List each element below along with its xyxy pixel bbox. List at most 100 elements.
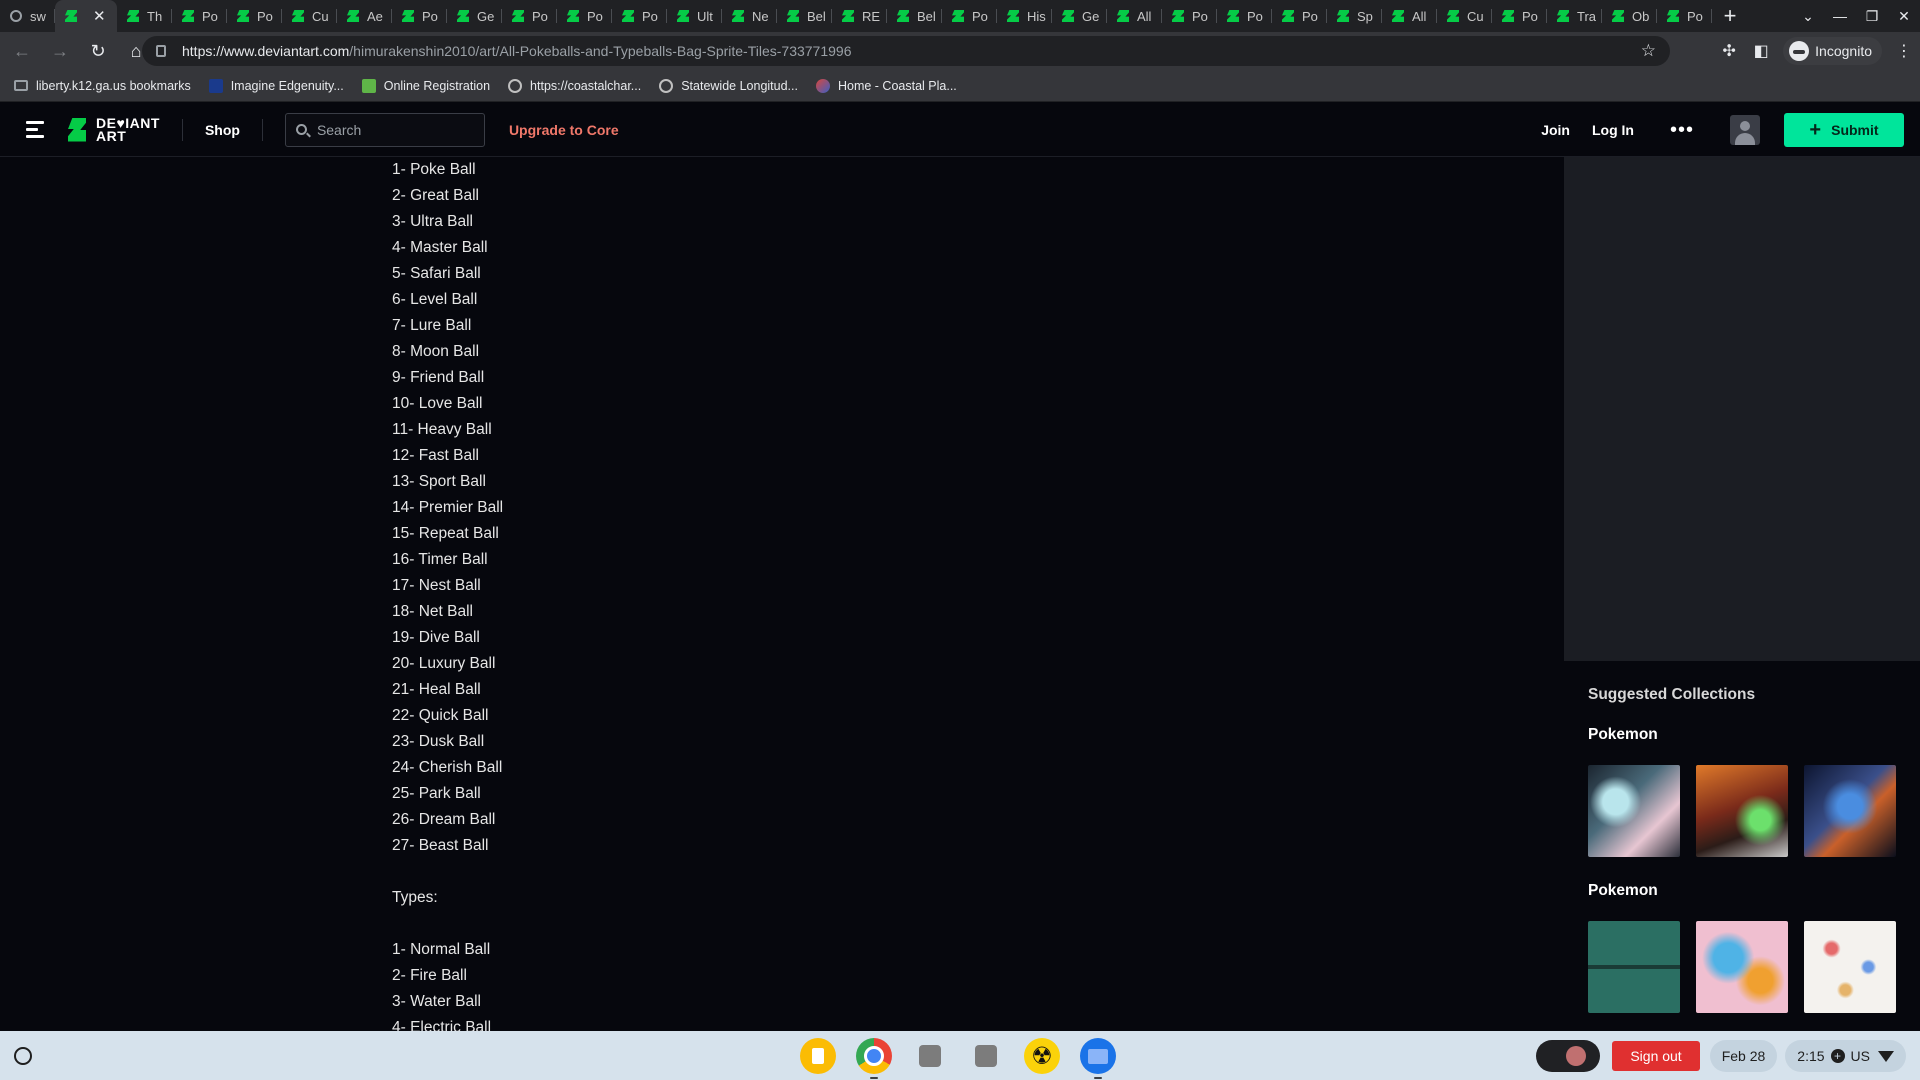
collection-thumbnail[interactable]	[1588, 765, 1680, 857]
bookmark-item[interactable]: Statewide Longitud...	[659, 78, 798, 93]
new-tab-button[interactable]: +	[1712, 3, 1748, 29]
browser-tab[interactable]: Ult	[667, 0, 722, 32]
minimize-icon[interactable]: —	[1824, 8, 1856, 24]
back-icon[interactable]: ←	[6, 35, 38, 67]
account-avatars[interactable]	[1536, 1040, 1601, 1072]
user-avatar-icon[interactable]	[1730, 115, 1760, 145]
bookmark-star-icon[interactable]: ☆	[1641, 41, 1656, 61]
browser-tab[interactable]: sw	[0, 0, 55, 32]
deviantart-logo[interactable]: DE♥IANT ART	[68, 116, 160, 143]
close-window-icon[interactable]: ✕	[1888, 8, 1920, 25]
browser-tab[interactable]: Ge	[447, 0, 502, 32]
browser-tab[interactable]: ✕	[55, 0, 117, 32]
browser-tab[interactable]: RE	[832, 0, 887, 32]
tab-list: sw ✕ Th Po Po Cu Ae Po Ge Po Po Po Ult Ne Bel RE Bel Po Hi…	[0, 0, 1712, 32]
extensions-icon[interactable]: ✣	[1713, 41, 1745, 61]
tab-title: Ne	[752, 8, 769, 24]
tab-search-icon[interactable]: ⌄	[1792, 8, 1824, 25]
sign-out-button[interactable]: Sign out	[1612, 1041, 1700, 1071]
bookmark-item[interactable]: https://coastalchar...	[508, 78, 641, 93]
bookmark-item[interactable]: liberty.k12.ga.us bookmarks	[14, 79, 191, 93]
browser-tab[interactable]: Cu	[282, 0, 337, 32]
browser-tab[interactable]: Po	[1657, 0, 1712, 32]
launcher-icon[interactable]	[14, 1047, 32, 1065]
browser-tab[interactable]: Ge	[1052, 0, 1107, 32]
shop-link[interactable]: Shop	[205, 122, 240, 138]
bookmark-item[interactable]: Home - Coastal Pla...	[815, 78, 957, 93]
collection-thumbnail[interactable]	[1588, 921, 1680, 1013]
browser-tab[interactable]: All	[1382, 0, 1437, 32]
browser-tab[interactable]: Po	[557, 0, 612, 32]
side-panel-icon[interactable]: ◧	[1745, 41, 1777, 61]
upgrade-to-core-link[interactable]: Upgrade to Core	[509, 122, 619, 138]
tab-title: Po	[1247, 8, 1263, 24]
address-bar[interactable]: https://www.deviantart.com/himurakenshin…	[142, 36, 1670, 66]
more-options-icon[interactable]: •••	[1670, 119, 1694, 142]
browser-tab[interactable]: Cu	[1437, 0, 1492, 32]
close-tab-icon[interactable]: ✕	[93, 7, 106, 25]
bookmark-item[interactable]: Online Registration	[361, 78, 490, 93]
browser-tab[interactable]: Po	[1272, 0, 1327, 32]
browser-tab[interactable]: All	[1107, 0, 1162, 32]
deviantart-favicon-icon	[1667, 10, 1679, 22]
google-keep-icon[interactable]	[800, 1038, 836, 1074]
collection-thumbnail[interactable]	[1804, 921, 1896, 1013]
date-display[interactable]: Feb 28	[1709, 1040, 1778, 1072]
tab-title: Po	[202, 8, 218, 24]
bookmark-item[interactable]: Imagine Edgenuity...	[208, 78, 344, 93]
chrome-icon[interactable]	[856, 1038, 892, 1079]
files-icon[interactable]	[1080, 1038, 1116, 1079]
incognito-profile-button[interactable]: Incognito	[1783, 37, 1882, 65]
browser-tab[interactable]: Po	[227, 0, 282, 32]
browser-tab[interactable]: Bel	[887, 0, 942, 32]
browser-tab[interactable]: Po	[1162, 0, 1217, 32]
browser-tab[interactable]: Po	[172, 0, 227, 32]
browser-tab[interactable]: Po	[1492, 0, 1547, 32]
browser-menu-icon[interactable]: ⋮	[1888, 41, 1920, 61]
browser-tab[interactable]: Ob	[1602, 0, 1657, 32]
system-tray-button[interactable]: 2:15 + US	[1785, 1040, 1906, 1072]
tab-title: RE	[862, 8, 881, 24]
browser-tab[interactable]: Po	[612, 0, 667, 32]
browser-tab[interactable]: Po	[392, 0, 447, 32]
radiation-app-icon[interactable]	[1024, 1038, 1060, 1074]
ball-list-item: 13- Sport Ball	[392, 473, 486, 490]
browser-tab[interactable]: Th	[117, 0, 172, 32]
collection-title[interactable]: Pokemon	[1588, 726, 1658, 744]
collection-thumbnail[interactable]	[1696, 921, 1788, 1013]
forward-icon[interactable]: →	[44, 35, 76, 67]
collection-thumbnails	[1588, 765, 1896, 857]
ball-list-item: 17- Nest Ball	[392, 577, 481, 594]
maximize-icon[interactable]: ❐	[1856, 8, 1888, 25]
browser-tab[interactable]: Ne	[722, 0, 777, 32]
deviantart-header: DE♥IANT ART Shop Search Upgrade to Core …	[0, 103, 1920, 157]
browser-tab[interactable]: Po	[502, 0, 557, 32]
browser-tab[interactable]: Sp	[1327, 0, 1382, 32]
app-gray-1-icon[interactable]	[912, 1038, 948, 1074]
page-content: 1- Poke Ball 2- Great Ball 3- Ultra Ball 4-…	[0, 157, 1920, 1031]
tab-title: Po	[1192, 8, 1208, 24]
url-text[interactable]: https://www.deviantart.com/himurakenshin…	[182, 43, 852, 59]
tab-title: Sp	[1357, 8, 1373, 24]
submit-button[interactable]: + Submit	[1784, 113, 1904, 147]
collection-thumbnail[interactable]	[1696, 765, 1788, 857]
browser-tab[interactable]: His	[997, 0, 1052, 32]
browser-tab[interactable]: Po	[942, 0, 997, 32]
reload-icon[interactable]: ↻	[82, 35, 114, 67]
lock-icon[interactable]	[156, 45, 166, 57]
collection-thumbnail[interactable]	[1804, 765, 1896, 857]
bookmark-label: liberty.k12.ga.us bookmarks	[36, 78, 191, 93]
browser-tab[interactable]: Po	[1217, 0, 1272, 32]
app-gray-2-icon[interactable]	[968, 1038, 1004, 1074]
hamburger-menu-icon[interactable]	[26, 121, 44, 138]
browser-tab[interactable]: Ae	[337, 0, 392, 32]
browser-tab[interactable]: Tra	[1547, 0, 1602, 32]
join-link[interactable]: Join	[1541, 122, 1570, 138]
login-link[interactable]: Log In	[1592, 122, 1634, 138]
browser-tab[interactable]: Bel	[777, 0, 832, 32]
search-input[interactable]: Search	[284, 112, 485, 147]
deviantart-favicon-icon	[842, 10, 854, 22]
collection-title[interactable]: Pokemon	[1588, 882, 1658, 900]
ball-list-item: 27- Beast Ball	[392, 837, 489, 854]
running-indicator	[1094, 1077, 1102, 1079]
